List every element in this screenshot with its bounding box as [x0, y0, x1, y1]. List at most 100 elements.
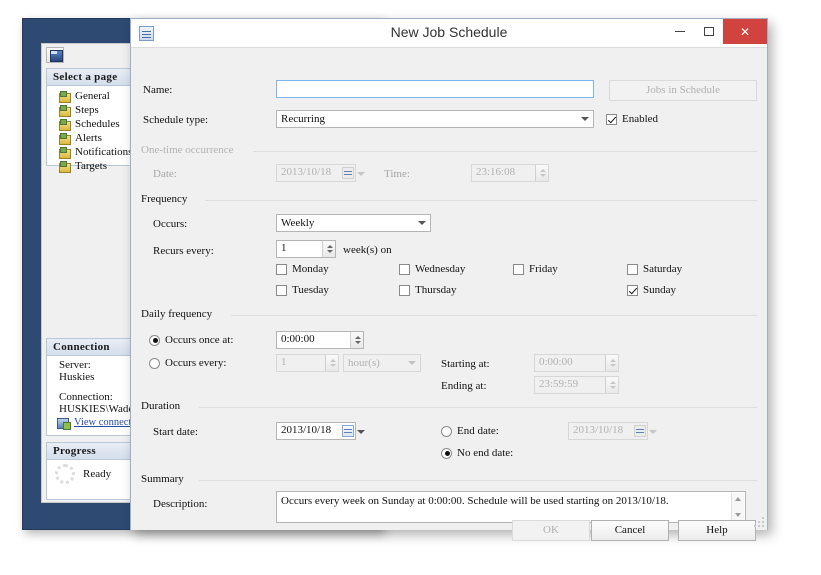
one-time-time-input[interactable]: 23:16:08 — [471, 164, 549, 182]
recurs-every-stepper[interactable]: 1 — [276, 240, 336, 258]
frequency-caption: Frequency — [141, 193, 193, 205]
no-end-date-label: No end date: — [457, 447, 514, 459]
one-time-date-input[interactable]: 2013/10/18 — [276, 164, 365, 182]
enabled-checkbox[interactable]: Enabled — [606, 113, 658, 125]
radio-dot — [441, 425, 452, 437]
end-date-radio[interactable]: End date: — [441, 425, 499, 437]
radio-dot — [149, 357, 160, 369]
sidebar-item-label: Targets — [75, 160, 108, 172]
occurs-every-stepper[interactable]: 1 — [276, 354, 339, 372]
description-textarea[interactable]: Occurs every week on Sunday at 0:00:00. … — [276, 491, 746, 523]
one-time-date-value: 2013/10/18 — [281, 166, 332, 178]
checkbox-box — [627, 263, 638, 275]
ending-at-time-input[interactable]: 23:59:59 — [534, 376, 619, 394]
duration-caption: Duration — [141, 400, 186, 412]
no-end-date-radio[interactable]: No end date: — [441, 447, 513, 459]
name-label: Name: — [143, 84, 173, 96]
maximize-button[interactable] — [694, 19, 723, 44]
day-checkbox-thursday[interactable]: Thursday — [399, 284, 457, 296]
day-checkbox-wednesday[interactable]: Wednesday — [399, 263, 465, 275]
day-checkbox-tuesday[interactable]: Tuesday — [276, 284, 329, 296]
occurs-every-unit-select[interactable]: hour(s) — [343, 354, 421, 372]
radio-dot — [149, 334, 160, 346]
ending-at-value: 23:59:59 — [539, 378, 579, 390]
occurs-select[interactable]: Weekly — [276, 214, 431, 232]
end-date-input[interactable]: 2013/10/18 — [568, 422, 657, 440]
spinner-arrows-icon[interactable] — [605, 377, 618, 393]
day-checkbox-sunday[interactable]: Sunday — [627, 284, 676, 296]
calendar-icon — [342, 167, 354, 179]
spinner-arrows-icon[interactable] — [322, 241, 335, 257]
occurs-every-radio[interactable]: Occurs every: — [149, 357, 226, 369]
sidebar-item-label: Schedules — [75, 118, 120, 130]
jobs-in-schedule-button[interactable]: Jobs in Schedule — [609, 80, 757, 101]
minimize-icon — [674, 31, 685, 32]
spinner-arrows-icon[interactable] — [605, 355, 618, 371]
calendar-icon — [634, 425, 646, 437]
checkbox-box — [276, 284, 287, 296]
one-time-time-label: Time: — [384, 168, 410, 180]
occurs-once-at-time-input[interactable]: 0:00:00 — [276, 331, 364, 349]
chevron-down-icon — [649, 430, 657, 434]
schedule-type-value: Recurring — [281, 113, 325, 125]
one-time-date-label: Date: — [153, 168, 177, 180]
one-time-occurrence-caption: One-time occurrence — [141, 144, 239, 156]
group-divider — [253, 151, 757, 152]
ok-button[interactable]: OK — [512, 520, 590, 541]
one-time-time-value: 23:16:08 — [476, 166, 516, 178]
dialog-content: Name: Jobs in Schedule Schedule type: Re… — [131, 48, 767, 541]
progress-spinner-icon — [55, 464, 75, 484]
spinner-arrows-icon[interactable] — [535, 165, 548, 181]
radio-dot — [441, 447, 452, 459]
group-divider — [199, 407, 757, 408]
day-label: Monday — [292, 263, 329, 275]
spinner-arrows-icon[interactable] — [350, 332, 363, 348]
chevron-down-icon — [357, 172, 365, 176]
day-checkbox-saturday[interactable]: Saturday — [627, 263, 682, 275]
dialog-titlebar[interactable]: New Job Schedule ✕ — [131, 19, 767, 48]
description-value: Occurs every week on Sunday at 0:00:00. … — [281, 495, 669, 507]
day-checkbox-friday[interactable]: Friday — [513, 263, 558, 275]
page-icon — [59, 105, 71, 117]
help-button[interactable]: Help — [678, 520, 756, 541]
checkbox-box — [399, 263, 410, 275]
minimize-button[interactable] — [665, 19, 694, 44]
name-input[interactable] — [276, 80, 594, 98]
close-button[interactable]: ✕ — [723, 19, 767, 44]
starting-at-label: Starting at: — [441, 358, 490, 370]
page-icon — [59, 133, 71, 145]
day-checkbox-monday[interactable]: Monday — [276, 263, 329, 275]
schedule-type-select[interactable]: Recurring — [276, 110, 594, 128]
maximize-icon — [703, 27, 714, 36]
group-divider — [205, 200, 757, 201]
enabled-label: Enabled — [622, 113, 659, 125]
start-date-value: 2013/10/18 — [281, 424, 332, 436]
sidebar-item-label: Notifications — [75, 146, 133, 158]
occurs-every-value: 1 — [281, 356, 287, 368]
script-window-icon[interactable] — [46, 47, 64, 63]
screen: Select a page General Steps Schedules Al… — [0, 0, 821, 575]
description-scrollbar[interactable] — [731, 493, 744, 521]
connection-properties-icon — [57, 417, 71, 430]
page-icon — [59, 161, 71, 173]
scroll-down-icon[interactable] — [735, 513, 741, 517]
spinner-arrows-icon[interactable] — [325, 355, 338, 371]
day-label: Thursday — [415, 284, 457, 296]
day-label: Saturday — [643, 263, 683, 275]
daily-frequency-caption: Daily frequency — [141, 308, 218, 320]
scroll-up-icon[interactable] — [735, 497, 741, 501]
day-label: Sunday — [643, 284, 676, 296]
day-label: Tuesday — [292, 284, 329, 296]
occurs-once-at-label: Occurs once at: — [165, 334, 234, 346]
day-label: Wednesday — [415, 263, 466, 275]
recurs-every-label: Recurs every: — [153, 245, 214, 257]
occurs-once-at-radio[interactable]: Occurs once at: — [149, 334, 233, 346]
start-date-input[interactable]: 2013/10/18 — [276, 422, 365, 440]
resize-grip[interactable] — [752, 515, 764, 527]
start-date-label: Start date: — [153, 426, 198, 438]
end-date-value: 2013/10/18 — [573, 424, 624, 436]
starting-at-time-input[interactable]: 0:00:00 — [534, 354, 619, 372]
cancel-button[interactable]: Cancel — [591, 520, 669, 541]
window-controls: ✕ — [665, 19, 767, 48]
checkbox-box — [606, 113, 617, 125]
